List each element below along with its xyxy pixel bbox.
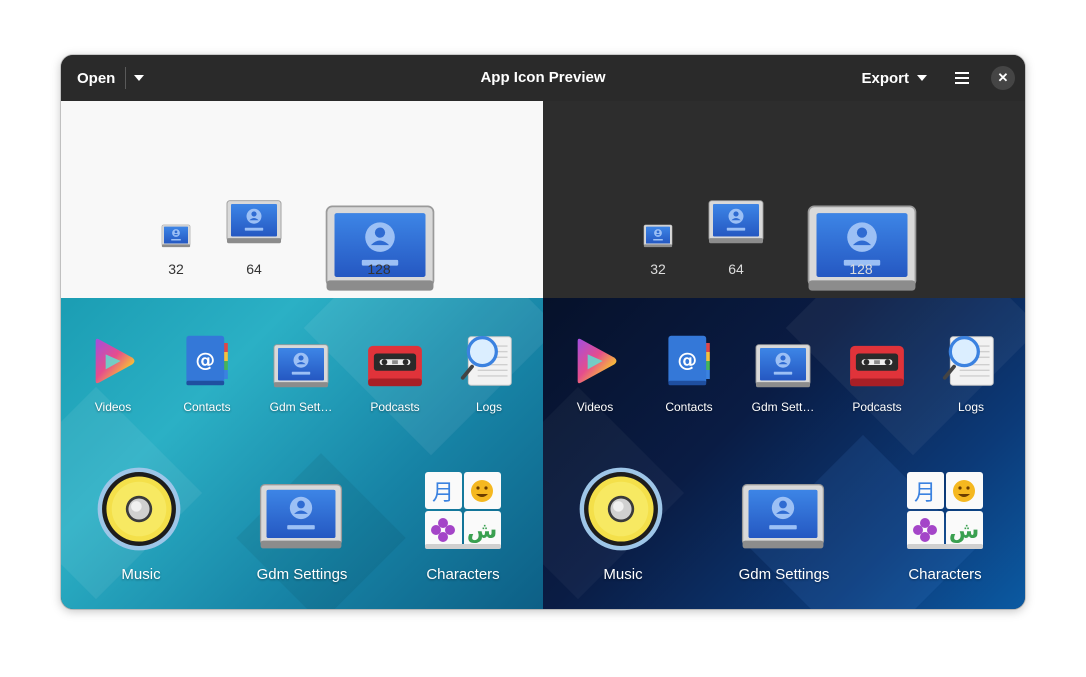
headerbar: Open App Icon Preview Export ✕ xyxy=(61,55,1025,101)
podcasts-icon[interactable] xyxy=(366,342,424,390)
gdm-settings-icon xyxy=(225,199,283,245)
grid-preview-dark: Videos Contacts Gdm Sett… Podcasts Logs … xyxy=(543,298,1025,609)
hamburger-menu-icon[interactable] xyxy=(955,72,969,84)
app-label: Logs xyxy=(957,400,985,414)
app-label: Logs xyxy=(475,400,503,414)
size-label: 64 xyxy=(728,261,744,277)
app-label: Gdm Settings xyxy=(256,566,348,583)
gdm-settings-icon xyxy=(707,199,765,245)
gdm-settings-icon[interactable] xyxy=(740,482,826,551)
separator xyxy=(125,67,127,89)
app-label: Gdm Sett… xyxy=(269,400,333,414)
app-window: Open App Icon Preview Export ✕ 32 64 128… xyxy=(61,55,1025,609)
size-label: 32 xyxy=(168,261,184,277)
open-recent-dropdown-icon[interactable] xyxy=(134,75,145,81)
size-preview-light: 32 64 128 xyxy=(61,101,543,298)
music-icon[interactable] xyxy=(95,465,183,553)
app-label: Contacts xyxy=(665,400,713,414)
size-label: 128 xyxy=(367,261,391,277)
app-label: Podcasts xyxy=(370,400,420,414)
characters-icon[interactable] xyxy=(423,470,503,550)
app-label: Characters xyxy=(908,566,982,583)
open-button[interactable]: Open xyxy=(77,70,115,87)
app-label: Videos xyxy=(576,400,614,414)
app-label: Podcasts xyxy=(852,400,902,414)
gdm-settings-icon[interactable] xyxy=(754,343,812,389)
videos-icon[interactable] xyxy=(571,333,621,389)
app-label: Contacts xyxy=(183,400,231,414)
app-label: Videos xyxy=(94,400,132,414)
gdm-settings-icon xyxy=(805,203,919,294)
app-label: Music xyxy=(603,566,643,583)
app-label: Gdm Settings xyxy=(738,566,830,583)
gdm-settings-icon xyxy=(323,203,437,294)
size-preview-dark: 32 64 128 xyxy=(543,101,1025,298)
size-label: 32 xyxy=(650,261,666,277)
close-button[interactable]: ✕ xyxy=(991,66,1015,90)
app-label: Characters xyxy=(426,566,500,583)
gdm-settings-icon xyxy=(643,224,673,248)
gdm-settings-icon xyxy=(161,224,191,248)
gdm-settings-icon[interactable] xyxy=(258,482,344,551)
size-label: 64 xyxy=(246,261,262,277)
logs-icon[interactable] xyxy=(458,333,516,389)
gdm-settings-icon[interactable] xyxy=(272,343,330,389)
export-button[interactable]: Export xyxy=(861,70,927,87)
app-label: Music xyxy=(121,566,161,583)
contacts-icon[interactable] xyxy=(181,333,235,389)
podcasts-icon[interactable] xyxy=(848,342,906,390)
characters-icon[interactable] xyxy=(905,470,985,550)
videos-icon[interactable] xyxy=(89,333,139,389)
size-label: 128 xyxy=(849,261,873,277)
export-label: Export xyxy=(861,69,909,87)
music-icon[interactable] xyxy=(577,465,665,553)
app-label: Gdm Sett… xyxy=(751,400,815,414)
grid-preview-light: Videos Contacts Gdm Sett… Podcasts Logs … xyxy=(61,298,543,609)
logs-icon[interactable] xyxy=(940,333,998,389)
contacts-icon[interactable] xyxy=(663,333,717,389)
chevron-down-icon xyxy=(917,75,927,81)
